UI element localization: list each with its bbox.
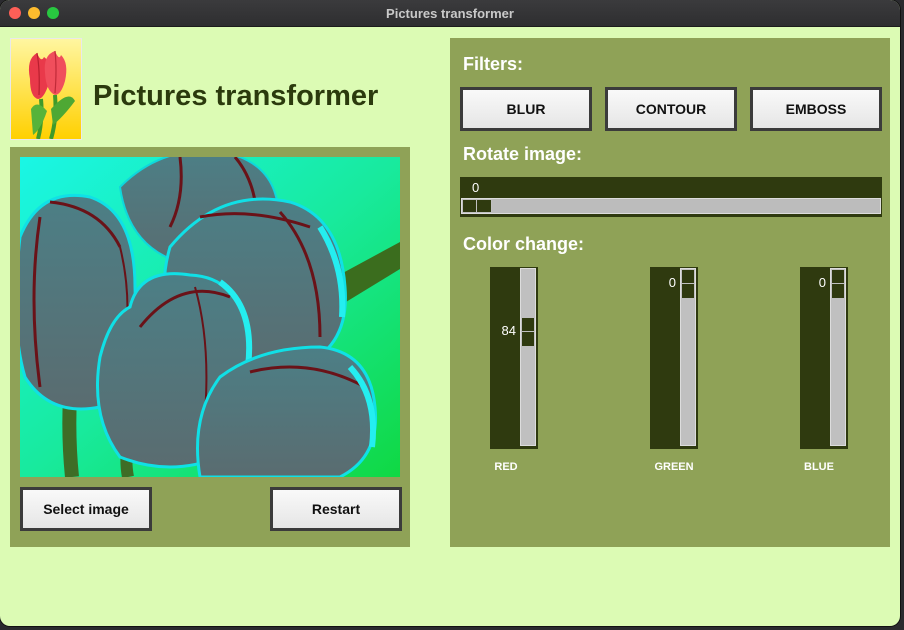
title-bar: Pictures transformer: [0, 0, 900, 27]
controls-panel: Filters: BLUR CONTOUR EMBOSS Rotate imag…: [450, 38, 890, 547]
green-value: 0: [668, 275, 676, 290]
green-slider[interactable]: 0: [650, 267, 698, 449]
color-change-heading: Color change:: [463, 234, 585, 254]
app-title: Pictures transformer: [93, 80, 379, 112]
tulip-photo: [20, 157, 400, 477]
green-handle[interactable]: [681, 269, 695, 299]
blue-label: BLUE: [804, 461, 834, 473]
app-window: Pictures transformer Pictures transforme…: [0, 0, 900, 626]
filters-heading: Filters:: [463, 54, 524, 74]
window-title: Pictures transformer: [386, 6, 514, 21]
emboss-button[interactable]: EMBOSS: [750, 87, 882, 131]
restart-button[interactable]: Restart: [270, 487, 402, 531]
blue-track[interactable]: [830, 268, 846, 446]
red-track[interactable]: [520, 268, 536, 446]
rotate-handle[interactable]: [462, 199, 492, 213]
red-label: RED: [494, 461, 518, 473]
rotate-track[interactable]: [461, 198, 881, 214]
blue-slider[interactable]: 0: [800, 267, 848, 449]
blur-button[interactable]: BLUR: [460, 87, 592, 131]
image-panel: Select image Restart: [10, 147, 410, 547]
contour-button[interactable]: CONTOUR: [605, 87, 737, 131]
blue-value: 0: [818, 275, 826, 290]
green-label: GREEN: [654, 461, 694, 473]
rotate-value: 0: [472, 180, 480, 195]
rotate-heading: Rotate image:: [463, 144, 583, 164]
rotate-slider[interactable]: 0: [460, 177, 882, 217]
red-slider[interactable]: 84: [490, 267, 538, 449]
red-value: 84: [501, 323, 516, 339]
green-track[interactable]: [680, 268, 696, 446]
blue-handle[interactable]: [831, 269, 845, 299]
red-handle[interactable]: [521, 317, 535, 348]
tulip-icon: [10, 38, 82, 140]
select-image-button[interactable]: Select image: [20, 487, 152, 531]
